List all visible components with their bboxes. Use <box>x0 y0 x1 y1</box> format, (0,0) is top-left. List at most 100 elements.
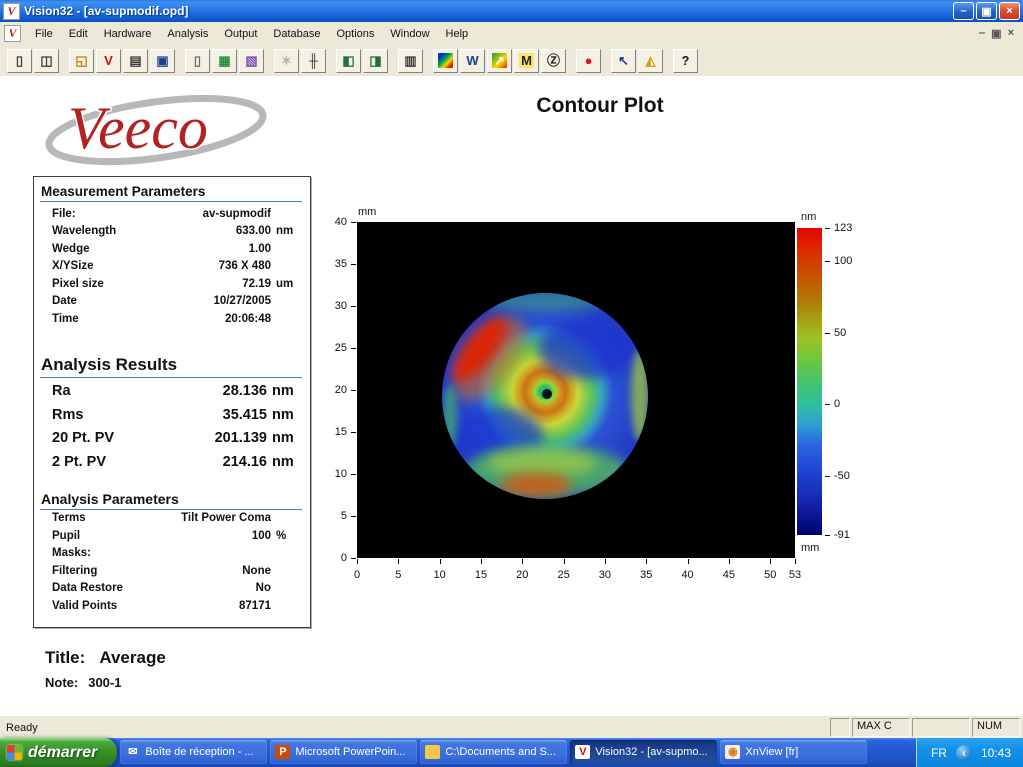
open-button[interactable]: ◱ <box>69 48 94 73</box>
parameter-row: Wedge 1.00 <box>40 240 302 258</box>
parameter-value: av-supmodif <box>202 207 271 220</box>
print-button[interactable]: ▤ <box>123 48 148 73</box>
printer-icon: ▤ <box>129 53 142 68</box>
status-cells: MAX C NUM <box>830 718 1021 737</box>
mask-editor-button[interactable]: ▧ <box>239 48 264 73</box>
parameter-value: 10/27/2005 <box>213 295 271 308</box>
status-cell: NUM <box>972 718 1020 737</box>
copy-page-button[interactable]: ▥ <box>398 48 423 73</box>
menu-item[interactable]: Options <box>328 25 382 43</box>
menu-item[interactable]: Database <box>265 25 328 43</box>
parameter-row: Time 20:06:48 <box>40 310 302 328</box>
pointer-tool-button[interactable]: ↖ <box>611 48 636 73</box>
report-note-line: Note: 300-1 <box>45 675 121 690</box>
parameter-row: Wavelength 633.00 nm <box>40 223 302 241</box>
trim-filter-button[interactable]: ╫ <box>301 48 326 73</box>
copy-data-button[interactable]: ▯ <box>185 48 210 73</box>
menu-item[interactable]: Edit <box>61 25 96 43</box>
task-label: Boîte de réception - ... <box>145 746 254 758</box>
menu-item[interactable]: Window <box>382 25 437 43</box>
start-button[interactable]: démarrer <box>0 738 118 767</box>
hide-icons-button[interactable]: ‹ <box>955 744 972 761</box>
task-xnview[interactable]: ◉ XnView [fr] <box>720 740 868 764</box>
help-question-icon: ? <box>681 53 690 68</box>
measure-button[interactable]: ✶ <box>274 48 299 73</box>
parameter-label: Date <box>52 295 77 308</box>
contour-plot: mm mm nm 0 5 10 15 20 25 30 35 40 45 50 … <box>320 205 880 605</box>
folder-icon <box>425 745 441 759</box>
result-row: Rms 35.415 nm <box>40 403 302 427</box>
task-label: Microsoft PowerPoin... <box>295 746 406 758</box>
y-tick-mark <box>351 222 356 223</box>
menu-item[interactable]: Analysis <box>159 25 216 43</box>
help-button[interactable]: ? <box>673 48 698 73</box>
minimize-button[interactable]: – <box>953 2 974 20</box>
result-unit: nm <box>272 430 294 447</box>
parameter-value: 72.19 <box>242 277 271 290</box>
contour-plot-button[interactable] <box>433 48 458 73</box>
mdi-close-button[interactable]: × <box>1008 27 1014 40</box>
mdi-minimize-button[interactable]: ‒ <box>979 27 985 40</box>
parameter-row: Date 10/27/2005 <box>40 293 302 311</box>
task-label: XnView [fr] <box>745 746 799 758</box>
y-axis-unit-label: mm <box>358 206 377 218</box>
mdi-restore-button[interactable]: ▣ <box>991 27 1001 40</box>
cascade-windows-button[interactable]: ◨ <box>363 48 388 73</box>
surface-3d-plot-button[interactable]: ↗ <box>487 48 512 73</box>
parameter-label: Valid Points <box>52 599 118 612</box>
task-outlook-express[interactable]: ✉ Boîte de réception - ... <box>120 740 268 764</box>
parameters-panel: Measurement Parameters File: av-supmodif… <box>33 176 311 628</box>
menu-item[interactable]: Output <box>216 25 265 43</box>
profile-plot-button[interactable]: W <box>460 48 485 73</box>
task-explorer[interactable]: C:\Documents and S... <box>420 740 568 764</box>
menu-item[interactable]: Hardware <box>96 25 160 43</box>
trim-filter-icon: ╫ <box>308 53 319 68</box>
parameter-row: Data Restore No <box>40 580 302 598</box>
x-tick-label: 20 <box>516 569 529 581</box>
result-unit: nm <box>272 383 294 400</box>
record-button[interactable]: ● <box>576 48 601 73</box>
x-tick-mark <box>646 559 648 564</box>
status-cell <box>912 718 970 737</box>
start-button-label: démarrer <box>28 743 98 761</box>
colorbar-tick-mark <box>825 332 830 334</box>
x-tick-mark <box>522 559 524 564</box>
menu-item[interactable]: File <box>27 25 61 43</box>
result-value: 35.415 <box>222 406 267 423</box>
windows-logo-icon <box>7 745 22 760</box>
dataset-button[interactable]: ▦ <box>212 48 237 73</box>
report-title-label: Title: <box>45 648 86 667</box>
toolbar: ▯ ◫ ◱ V ▤ ▣ ▯ ▦ ▧ ✶ ╫ ◧ ◨ ▥ W ↗ M Ⓩ ● ↖ … <box>0 45 1023 77</box>
open-opd-file-button[interactable]: V <box>96 48 121 73</box>
parameter-unit: % <box>276 529 287 542</box>
x-tick-label: 25 <box>557 569 570 581</box>
new-database-document-button[interactable]: ◫ <box>34 48 59 73</box>
y-tick-mark <box>351 558 356 559</box>
save-button[interactable]: ▣ <box>150 48 175 73</box>
parameter-row: Terms Tilt Power Coma <box>40 510 302 528</box>
restore-button[interactable]: ▣ <box>976 2 997 20</box>
parameter-label: Pixel size <box>52 277 104 290</box>
x-tick-label: 30 <box>598 569 612 581</box>
analysis-tools-button[interactable]: ◭ <box>638 48 663 73</box>
y-tick-label: 0 <box>340 552 347 564</box>
tile-windows-button[interactable]: ◧ <box>336 48 361 73</box>
system-tray: FR ‹ 10:43 <box>915 738 1023 767</box>
language-indicator[interactable]: FR <box>931 746 947 760</box>
zernike-button[interactable]: Ⓩ <box>541 48 566 73</box>
m-analysis-button[interactable]: M <box>514 48 539 73</box>
parameter-label: Wedge <box>52 242 90 255</box>
x-tick-label: 53 <box>788 569 802 581</box>
report-page: Veeco Contour Plot Measurement Parameter… <box>0 76 1023 715</box>
task-powerpoint[interactable]: P Microsoft PowerPoin... <box>270 740 418 764</box>
y-tick-label: 25 <box>334 342 347 354</box>
x-tick-label: 10 <box>433 569 446 581</box>
x-tick-mark <box>480 559 482 564</box>
menu-item[interactable]: Help <box>438 25 477 43</box>
clock[interactable]: 10:43 <box>981 746 1011 760</box>
flask-icon: ◭ <box>645 53 656 68</box>
new-document-button[interactable]: ▯ <box>7 48 32 73</box>
status-message: Ready <box>6 721 38 734</box>
close-button[interactable]: × <box>999 2 1020 20</box>
task-vision32[interactable]: V Vision32 - [av-supmo... <box>570 740 718 764</box>
